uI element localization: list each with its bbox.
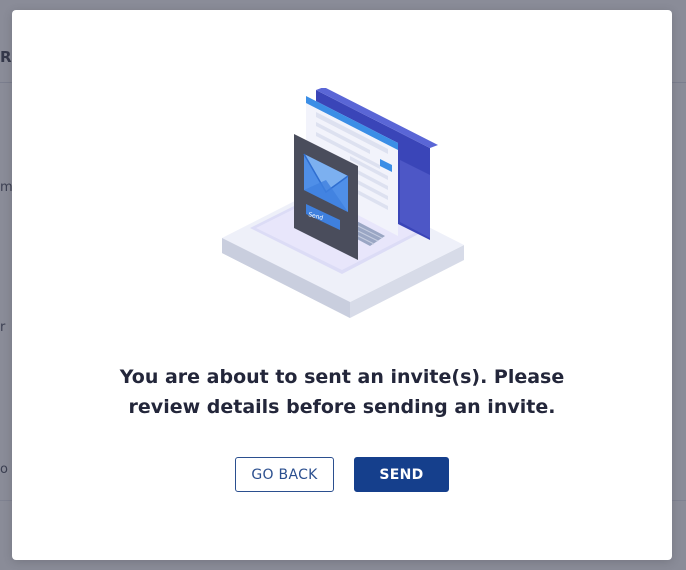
message-line-1: You are about to sent an invite(s). Plea… — [119, 366, 565, 388]
go-back-button[interactable]: GO BACK — [235, 457, 334, 492]
confirmation-message: You are about to sent an invite(s). Plea… — [92, 362, 592, 422]
confirm-invite-dialog: Send You are about to sent an invite(s).… — [12, 10, 672, 560]
message-line-2: review details before sending an invite. — [128, 396, 556, 418]
send-button[interactable]: SEND — [354, 457, 449, 492]
envelope-send-laptop-illustration-icon: Send — [222, 88, 464, 318]
